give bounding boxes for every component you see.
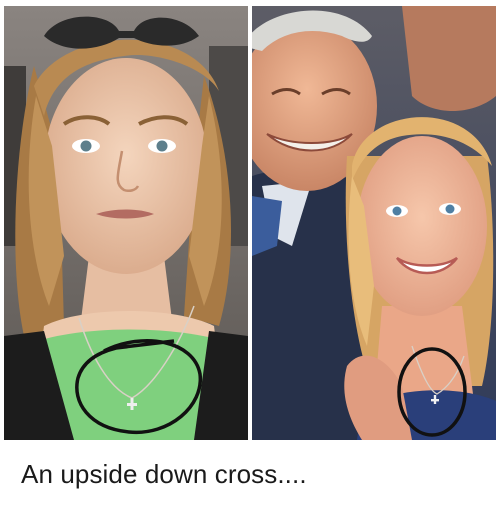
left-photo	[4, 6, 248, 440]
right-photo	[252, 6, 496, 440]
meme-caption: An upside down cross....	[21, 459, 307, 489]
bg-man-head	[402, 6, 496, 111]
right-photo-scene	[252, 6, 496, 440]
left-photo-scene	[4, 6, 248, 440]
woman-iris	[445, 204, 455, 214]
woman-iris	[392, 206, 402, 216]
left-iris	[80, 140, 92, 152]
left-iris	[156, 140, 168, 152]
woman-face	[357, 136, 487, 316]
left-face	[44, 58, 208, 274]
